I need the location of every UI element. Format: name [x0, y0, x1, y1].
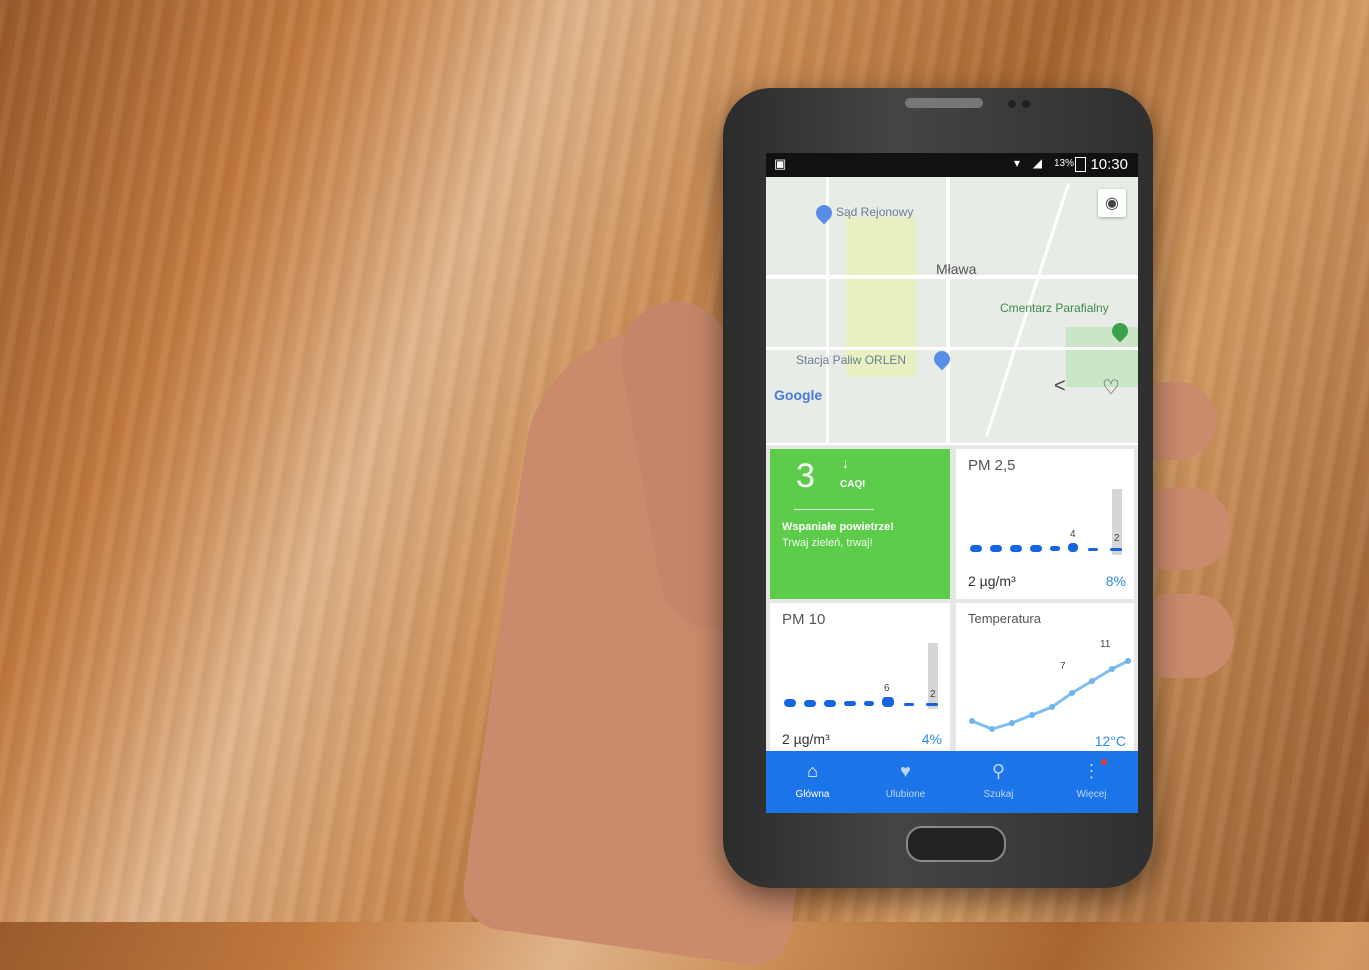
- map-label-station: Stacja Paliw ORLEN: [796, 353, 907, 367]
- pm25-value: 2 µg/m³: [968, 573, 1016, 589]
- temperature-point: [969, 718, 975, 724]
- phone-camera: [1008, 100, 1016, 108]
- phone-speaker: [905, 98, 983, 108]
- status-bar: ▣ ▾ ◢ 13% 10:30: [766, 153, 1138, 177]
- pm10-current-label: 2: [930, 689, 936, 700]
- battery-icon: [1075, 157, 1086, 172]
- nav-home-label: Główna: [795, 789, 830, 800]
- pm25-chart-dot: [970, 545, 982, 552]
- divider: [794, 509, 874, 510]
- map-label-sad: Sąd Rejonowy: [836, 205, 914, 219]
- map-view[interactable]: Sąd Rejonowy Mława Cmentarz Parafialny S…: [766, 177, 1138, 443]
- favorite-icon[interactable]: ♡: [1102, 375, 1120, 400]
- pm10-value: 2 µg/m³: [782, 731, 830, 747]
- pm25-peak-label: 4: [1070, 529, 1076, 540]
- caqi-label: CAQI: [840, 479, 865, 490]
- pm10-chart-dot: [844, 701, 856, 706]
- temperature-point: [1009, 720, 1015, 726]
- search-icon: ⚲: [991, 761, 1006, 781]
- map-label-city: Mława: [936, 261, 977, 277]
- temperature-tile[interactable]: Temperatura 7 11 12°C: [956, 603, 1134, 751]
- pm10-chart-dot: [784, 699, 796, 707]
- my-location-button[interactable]: ◉: [1098, 189, 1126, 217]
- pm10-chart-dot: [882, 697, 894, 707]
- wifi-icon: ▾: [1013, 156, 1020, 170]
- pm10-chart-dot: [824, 700, 836, 707]
- temperature-point: [1069, 690, 1075, 696]
- phone-sensor: [1022, 100, 1030, 108]
- caqi-tile[interactable]: 3 ↓ CAQI Wspaniałe powietrze! Trwaj ziel…: [770, 449, 950, 599]
- bottom-nav: ⌂ Główna ♥ Ulubione ⚲ Szukaj ⋮ Więcej: [766, 751, 1138, 813]
- more-icon: ⋮: [1082, 761, 1101, 781]
- notification-icon: ▣: [774, 156, 787, 171]
- share-icon[interactable]: <: [1054, 375, 1066, 398]
- pm10-peak-label: 6: [884, 683, 890, 694]
- temperature-peak-label: 11: [1100, 639, 1111, 650]
- heart-icon: ♥: [900, 761, 911, 781]
- pm25-current-label: 2: [1114, 533, 1120, 544]
- caqi-value: 3: [796, 457, 815, 495]
- pm10-chart-dot: [926, 703, 938, 706]
- nav-more[interactable]: ⋮ Więcej: [1045, 751, 1138, 813]
- arrow-down-icon: ↓: [842, 455, 849, 471]
- pm25-percent: 8%: [1105, 573, 1126, 589]
- battery-percent: 13%: [1053, 158, 1074, 169]
- pm10-chart-dot: [804, 700, 816, 707]
- pm25-chart-dot: [1010, 545, 1022, 552]
- pm25-chart-dot: [1110, 548, 1122, 551]
- temperature-point: [1089, 678, 1095, 684]
- nav-home[interactable]: ⌂ Główna: [766, 751, 859, 813]
- pm25-tile[interactable]: PM 2,5 4 2 2 µg/m³ 8%: [956, 449, 1134, 599]
- stats-grid: 3 ↓ CAQI Wspaniałe powietrze! Trwaj ziel…: [766, 445, 1138, 751]
- pm10-tile[interactable]: PM 10 6 2 2 µg/m³ 4%: [770, 603, 950, 751]
- temperature-value: 12°C: [1094, 733, 1126, 749]
- google-logo: Google: [774, 387, 823, 403]
- phone-screen: ▣ ▾ ◢ 13% 10:30 Sąd Rejonowy Mława Cment…: [766, 153, 1138, 813]
- temperature-mid-label: 7: [1060, 661, 1066, 672]
- temperature-point: [1109, 666, 1115, 672]
- pm10-percent: 4%: [921, 731, 942, 747]
- temperature-line: [971, 659, 1129, 731]
- court-pin-icon: [812, 201, 836, 225]
- pm25-current-bar: [1112, 489, 1122, 555]
- nav-search[interactable]: ⚲ Szukaj: [952, 751, 1045, 813]
- nav-more-label: Więcej: [1076, 789, 1107, 800]
- caqi-subtitle: Trwaj zieleń, trwaj!: [782, 537, 873, 549]
- pm25-title: PM 2,5: [968, 457, 1016, 474]
- pm25-chart-dot: [990, 545, 1002, 552]
- notification-badge: [1101, 759, 1107, 765]
- temperature-point: [1125, 658, 1131, 664]
- map-road: [946, 177, 950, 443]
- map-road: [766, 347, 1138, 350]
- temperature-point: [989, 726, 995, 732]
- caqi-message: Wspaniałe powietrze!: [782, 521, 894, 533]
- phone-home-button[interactable]: [906, 826, 1006, 862]
- clock: 10:30: [1090, 156, 1128, 173]
- target-icon: ◉: [1105, 195, 1119, 212]
- pm10-chart-dot: [904, 703, 914, 706]
- pm10-chart-dot: [864, 701, 874, 706]
- nav-search-label: Szukaj: [983, 789, 1014, 800]
- pm25-chart-dot: [1088, 548, 1098, 551]
- pm25-chart-dot: [1050, 546, 1060, 551]
- pm25-chart-dot: [1030, 545, 1042, 552]
- nav-favorites[interactable]: ♥ Ulubione: [859, 751, 952, 813]
- signal-icon: ◢: [1032, 156, 1042, 170]
- pm10-title: PM 10: [782, 611, 826, 628]
- home-icon: ⌂: [807, 761, 818, 781]
- temperature-point: [1029, 712, 1035, 718]
- nav-favorites-label: Ulubione: [885, 789, 926, 800]
- temperature-point: [1049, 704, 1055, 710]
- map-label-cemetery: Cmentarz Parafialny: [1000, 301, 1109, 315]
- pm25-chart-dot: [1068, 543, 1078, 552]
